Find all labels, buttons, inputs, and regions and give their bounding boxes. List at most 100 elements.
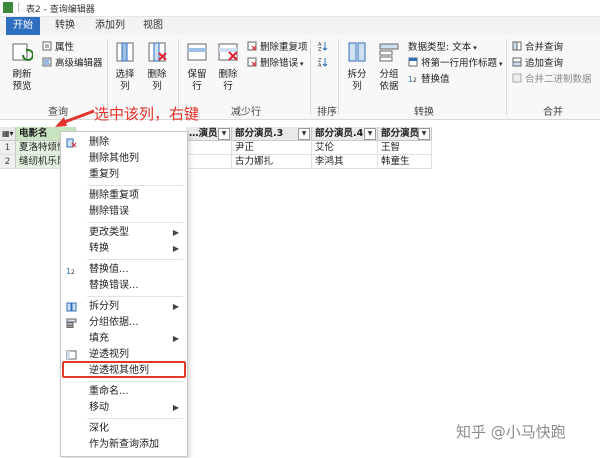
menu-item[interactable]: 删除重复项 — [61, 188, 187, 204]
properties-button[interactable]: 属性 — [42, 41, 74, 55]
merge-queries-button[interactable]: 合并查询 — [512, 41, 563, 55]
append-queries-icon — [512, 57, 522, 67]
menu-item-label: 替换值... — [89, 264, 129, 275]
menu-item[interactable]: 深化 — [61, 421, 187, 437]
column-header-actor-5[interactable]: 部分演员.5 ▼ — [378, 127, 432, 141]
column-header-actor-2[interactable]: …演员.2 ▼ — [186, 127, 232, 141]
merge-queries-label: 合并查询 — [525, 42, 564, 53]
svg-text:2: 2 — [71, 269, 75, 275]
merge-queries-icon — [512, 41, 522, 51]
column-header-label: 部分演员.3 — [235, 128, 284, 139]
menu-item-label: 删除 — [89, 137, 109, 148]
replace-values-icon: 12 — [408, 75, 417, 83]
menu-item[interactable]: 转换 ▶ — [61, 241, 187, 257]
menu-item-label: 深化 — [89, 423, 109, 434]
remove-columns-icon — [148, 42, 167, 62]
column-header-actor-4[interactable]: 部分演员.4 ▼ — [312, 127, 378, 141]
ribbon-tabs: 开始 转换 添加列 视图 — [0, 17, 600, 35]
refresh-preview-button[interactable]: 刷新 预览 — [6, 41, 38, 93]
menu-item[interactable]: 删除其他列 — [61, 151, 187, 167]
sort-ascending-button[interactable]: AZ — [318, 41, 331, 55]
menu-item[interactable]: 1 2 替换值... — [61, 262, 187, 278]
replace-values-button[interactable]: 1 2 替换值 — [408, 73, 450, 87]
menu-item[interactable]: 作为新查询添加 — [61, 437, 187, 453]
menu-item[interactable]: 替换错误... — [61, 278, 187, 294]
combine-binaries-label: 合并二进制数据 — [525, 74, 592, 85]
remove-duplicates-icon — [247, 41, 257, 51]
table-cell[interactable]: 王智 — [378, 141, 432, 155]
table-cell[interactable]: 李鸿其 — [312, 155, 378, 169]
remove-errors-button[interactable]: 删除错误 ▾ — [247, 57, 304, 71]
watermark: 知乎 @小马快跑 — [456, 423, 566, 441]
title-separator: | — [17, 2, 21, 13]
tab-transform[interactable]: 转换 — [48, 17, 82, 35]
menu-item-label: 作为新查询添加 — [89, 439, 159, 450]
group-by-button[interactable]: 分组 依据 — [375, 41, 403, 93]
menu-item[interactable]: 删除错误 — [61, 204, 187, 220]
menu-item[interactable]: 删除 — [61, 135, 187, 151]
chevron-down-icon: ▾ — [473, 44, 477, 52]
use-first-row-button[interactable]: 将第一行用作标题 ▾ — [408, 57, 503, 71]
tab-view[interactable]: 视图 — [136, 17, 170, 35]
split-column-label: 拆分 列 — [347, 69, 367, 92]
menu-item[interactable]: 重命名... — [61, 384, 187, 400]
menu-item[interactable]: 重复列 — [61, 167, 187, 183]
menu-item[interactable]: 拆分列 ▶ — [61, 299, 187, 315]
menu-item[interactable]: 分组依据... — [61, 315, 187, 331]
menu-item-label: 重命名... — [89, 386, 129, 397]
ribbon-divider — [310, 39, 311, 115]
table-cell[interactable]: 古力娜扎 — [232, 155, 312, 169]
group-by-icon — [66, 318, 77, 328]
split-column-icon — [66, 302, 77, 312]
context-menu: 删除 删除其他列 重复列 删除重复项 删除错误 更改类型 ▶ 转换 ▶ 1 2 替换值... 替换错误.… — [60, 131, 188, 457]
chevron-down-icon[interactable]: ▼ — [218, 128, 230, 140]
chevron-down-icon[interactable]: ▼ — [418, 128, 430, 140]
sort-group-label: 排序 — [317, 107, 337, 118]
sort-descending-button[interactable]: ZA — [318, 57, 331, 71]
advanced-editor-button[interactable]: 高级编辑器 — [42, 57, 103, 71]
chevron-down-icon[interactable]: ▼ — [364, 128, 376, 140]
table-cell[interactable] — [186, 141, 232, 155]
data-type-dropdown[interactable]: 数据类型: 文本 ▾ — [408, 41, 477, 55]
remove-errors-icon — [247, 57, 257, 67]
menu-separator — [87, 418, 183, 419]
menu-item-label: 替换错误... — [89, 280, 139, 291]
menu-item-label: 分组依据... — [89, 317, 139, 328]
tab-add-column[interactable]: 添加列 — [88, 17, 132, 35]
annotation-text: 选中该列，右键 — [94, 105, 200, 123]
table-cell[interactable]: 艾伦 — [312, 141, 378, 155]
split-column-icon — [348, 42, 366, 62]
svg-text:A: A — [318, 63, 322, 67]
remove-rows-icon — [218, 43, 238, 61]
table-menu-corner[interactable]: ▦▾ — [0, 127, 16, 141]
table-cell[interactable]: 韩童生 — [378, 155, 432, 169]
remove-duplicates-button[interactable]: 删除重复项 — [247, 41, 308, 55]
remove-columns-button[interactable]: 删除 列 — [143, 41, 171, 93]
menu-separator — [87, 381, 183, 382]
menu-item[interactable]: 更改类型 ▶ — [61, 225, 187, 241]
menu-item-label: 删除重复项 — [89, 190, 139, 201]
tab-home[interactable]: 开始 — [6, 17, 40, 35]
column-header-actor-3[interactable]: 部分演员.3 ▼ — [232, 127, 312, 141]
combine-binaries-icon — [512, 73, 522, 83]
sort-descending-icon: ZA — [318, 58, 328, 67]
chevron-down-icon: ▾ — [499, 60, 503, 68]
svg-text:2: 2 — [413, 77, 417, 83]
menu-item[interactable]: 移动 ▶ — [61, 400, 187, 416]
menu-item[interactable]: 填充 ▶ — [61, 331, 187, 347]
group-by-label: 分组 依据 — [379, 69, 399, 92]
split-column-button[interactable]: 拆分 列 — [343, 41, 371, 93]
combine-binaries-button[interactable]: 合并二进制数据 — [512, 73, 592, 87]
table-cell[interactable] — [186, 155, 232, 169]
keep-rows-icon — [187, 43, 207, 61]
remove-rows-button[interactable]: 删除 行 — [214, 41, 242, 93]
keep-rows-button[interactable]: 保留 行 — [183, 41, 211, 93]
column-header-label: 部分演员.4 — [315, 128, 364, 139]
menu-item-label: 删除错误 — [89, 206, 129, 217]
remove-duplicates-label: 删除重复项 — [260, 42, 308, 53]
table-cell[interactable]: 尹正 — [232, 141, 312, 155]
append-queries-button[interactable]: 追加查询 — [512, 57, 563, 71]
chevron-down-icon[interactable]: ▼ — [298, 128, 310, 140]
choose-columns-button[interactable]: 选择 列 — [112, 41, 138, 93]
title-bar: | 表2 - 查询编辑器 — [0, 0, 600, 17]
